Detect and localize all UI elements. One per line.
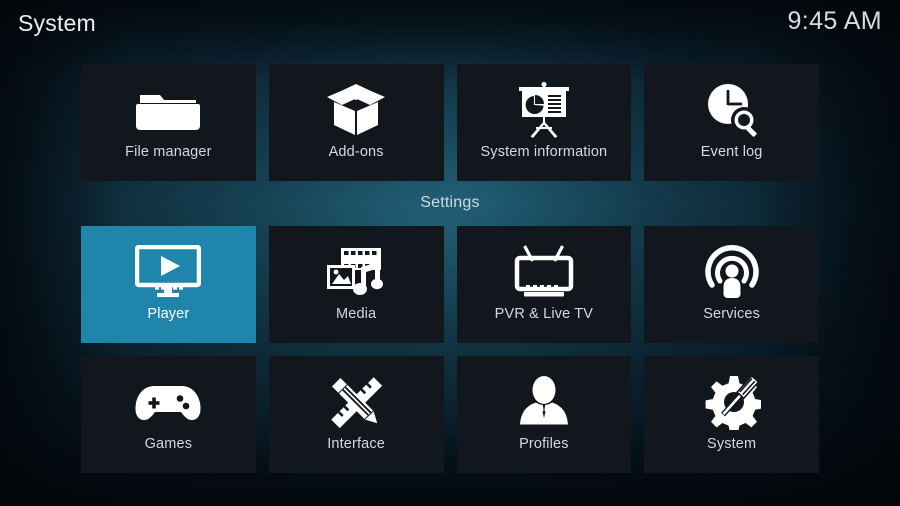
settings-row: Player Media PVR & Live TV Services: [81, 226, 819, 343]
film-photo-music-icon: [320, 243, 392, 301]
tile-label: Profiles: [519, 436, 569, 452]
tile-label: Services: [703, 306, 761, 322]
tile-player[interactable]: Player: [81, 226, 256, 343]
tile-interface[interactable]: Interface: [268, 356, 444, 473]
tile-profiles[interactable]: Profiles: [456, 356, 632, 473]
presentation-board-icon: [508, 81, 580, 139]
gamepad-icon: [132, 373, 204, 431]
tile-label: Media: [336, 306, 377, 322]
tile-label: Event log: [700, 144, 763, 160]
tile-label: Games: [144, 436, 193, 452]
tile-label: Add-ons: [328, 144, 384, 160]
settings-section-header: Settings: [81, 181, 819, 225]
page-title: System: [18, 10, 96, 36]
pencil-ruler-icon: [320, 373, 392, 431]
tile-event-log[interactable]: Event log: [644, 64, 819, 181]
top-menu-row: File manager Add-ons System information …: [81, 64, 819, 181]
gear-screwdriver-icon: [696, 373, 768, 431]
tile-add-ons[interactable]: Add-ons: [268, 64, 444, 181]
person-bust-icon: [508, 373, 580, 431]
television-antenna-icon: [508, 243, 580, 301]
settings-section-title: Settings: [420, 194, 480, 211]
tile-system-information[interactable]: System information: [456, 64, 632, 181]
tile-games[interactable]: Games: [81, 356, 256, 473]
tile-file-manager[interactable]: File manager: [81, 64, 256, 181]
tile-label: File manager: [125, 144, 212, 160]
tile-system[interactable]: System: [644, 356, 819, 473]
tile-services[interactable]: Services: [644, 226, 819, 343]
tile-label: System information: [480, 144, 608, 160]
tile-label: Interface: [327, 436, 386, 452]
clock: 9:45 AM: [787, 7, 882, 35]
tile-media[interactable]: Media: [268, 226, 444, 343]
tile-label: PVR & Live TV: [494, 306, 594, 322]
clock-search-icon: [696, 81, 768, 139]
tile-pvr-live-tv[interactable]: PVR & Live TV: [456, 226, 632, 343]
header-bar: System 9:45 AM: [0, 0, 900, 56]
folder-icon: [132, 81, 204, 139]
open-box-icon: [320, 81, 392, 139]
settings-row: Games Interface Profiles System: [81, 356, 819, 473]
podcast-broadcast-icon: [696, 243, 768, 301]
kodi-system-screen: System 9:45 AM File manager Add-ons Syst…: [0, 0, 900, 506]
tile-label: System: [707, 436, 757, 452]
top-menu-grid: File manager Add-ons System information …: [81, 64, 819, 181]
tile-label: Player: [147, 306, 190, 322]
settings-grid: Player Media PVR & Live TV Services Game…: [81, 226, 819, 473]
monitor-play-icon: [132, 243, 204, 301]
